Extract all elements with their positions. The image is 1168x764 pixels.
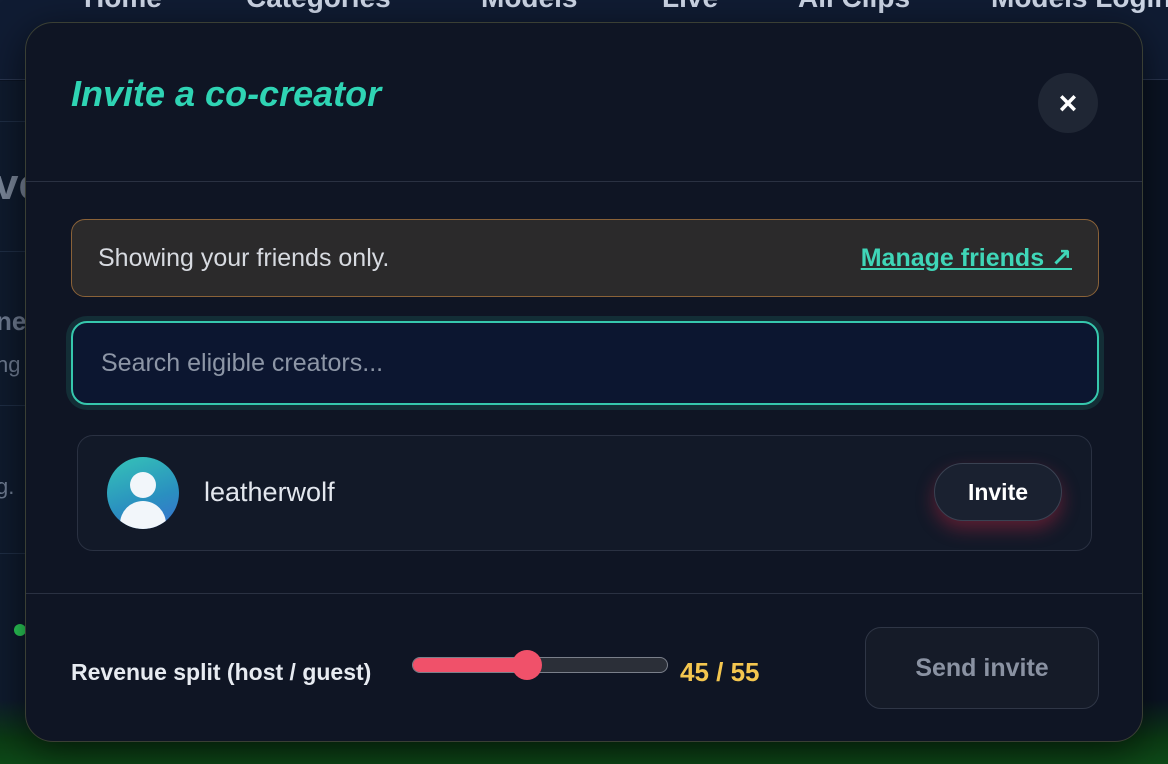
slider-fill xyxy=(413,658,528,672)
creator-name: leatherwolf xyxy=(204,477,335,507)
friends-notice: Showing your friends only. Manage friend… xyxy=(71,219,1099,297)
background-text-fragment: ng xyxy=(0,352,21,377)
notice-text: Showing your friends only. xyxy=(98,244,390,272)
creator-list-item: leatherwolf Invite xyxy=(77,435,1092,551)
footer-divider xyxy=(26,593,1142,594)
search-input[interactable] xyxy=(73,323,1097,403)
nav-live[interactable]: Live xyxy=(662,0,718,14)
nav-all-clips[interactable]: All Clips xyxy=(798,0,910,14)
send-invite-button[interactable]: Send invite xyxy=(865,627,1099,709)
background-text-fragment: ne xyxy=(0,306,27,336)
background-text-fragment: g. xyxy=(0,474,15,499)
modal-title: Invite a co-creator xyxy=(71,73,382,114)
nav-models[interactable]: Models xyxy=(481,0,577,14)
nav-categories[interactable]: Categories xyxy=(246,0,391,14)
revenue-split-slider[interactable] xyxy=(412,650,668,680)
close-icon: × xyxy=(1058,84,1078,121)
search-field xyxy=(71,321,1099,405)
header-divider xyxy=(26,181,1142,182)
revenue-split-value: 45 / 55 xyxy=(680,657,760,687)
avatar-body xyxy=(120,501,166,529)
invite-co-creator-modal: Invite a co-creator × Showing your frien… xyxy=(25,22,1143,742)
nav-home[interactable]: Home xyxy=(84,0,162,14)
close-button[interactable]: × xyxy=(1038,73,1098,133)
invite-button[interactable]: Invite xyxy=(934,463,1062,521)
slider-thumb[interactable] xyxy=(512,650,543,680)
avatar-head xyxy=(130,472,156,498)
user-avatar-icon xyxy=(107,457,179,529)
revenue-split-label: Revenue split (host / guest) xyxy=(71,659,372,685)
manage-friends-link[interactable]: Manage friends ↗ xyxy=(861,243,1072,273)
nav-models-login[interactable]: Models Login xyxy=(991,0,1168,14)
